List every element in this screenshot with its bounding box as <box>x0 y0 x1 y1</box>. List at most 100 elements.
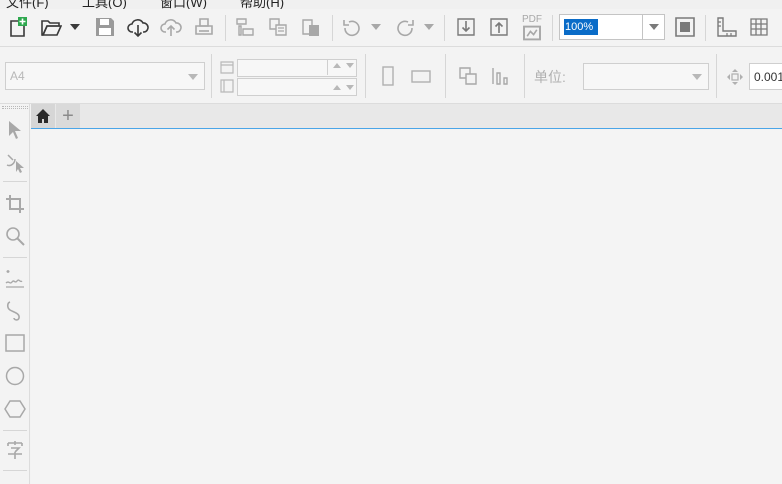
redo-dropdown[interactable] <box>423 13 435 41</box>
drawing-workspace[interactable] <box>31 130 782 484</box>
pdf-label: PDF <box>522 14 542 25</box>
unit-label: 单位: <box>534 69 566 85</box>
full-screen-icon <box>675 17 695 37</box>
page-height-icon <box>220 79 234 93</box>
save-button[interactable] <box>91 13 119 41</box>
toolbox-grip[interactable] <box>2 106 28 109</box>
crop-icon <box>6 195 24 213</box>
page-size-select[interactable]: A4 <box>5 62 205 90</box>
ruler-icon <box>717 17 737 37</box>
nudge-distance-icon <box>727 69 743 85</box>
freehand-curve-icon <box>5 270 24 288</box>
import-button[interactable] <box>452 13 480 41</box>
pen-curve-icon <box>6 301 20 321</box>
cloud-download-icon <box>127 19 149 38</box>
new-tab-button[interactable]: + <box>56 104 80 128</box>
ellipse-tool-button[interactable] <box>2 362 28 390</box>
show-rulers-button[interactable] <box>712 13 740 41</box>
hexagon-icon <box>4 400 26 418</box>
pick-tool-button[interactable] <box>2 116 28 144</box>
zoom-level-value[interactable]: 100% <box>564 19 598 35</box>
nudge-distance-field[interactable]: 0.001 <box>749 63 782 90</box>
node-edit-icon <box>6 154 24 173</box>
nudge-distance-value: 0.001 <box>754 70 782 84</box>
open-button[interactable] <box>37 13 65 41</box>
cut-button[interactable] <box>231 13 259 41</box>
current-page-button[interactable] <box>487 62 515 90</box>
page-height-spin-down[interactable] <box>340 81 360 93</box>
toolbox <box>0 104 30 484</box>
open-folder-icon <box>41 20 62 36</box>
zoom-dropdown-button[interactable] <box>642 15 664 39</box>
open-recent-dropdown[interactable] <box>69 13 81 41</box>
print-button[interactable] <box>190 13 218 41</box>
welcome-tab[interactable] <box>31 104 55 128</box>
chevron-down-icon <box>70 24 80 30</box>
menu-help[interactable]: 帮助(H) <box>240 0 284 9</box>
full-screen-preview-button[interactable] <box>671 13 699 41</box>
undo-dropdown[interactable] <box>370 13 382 41</box>
cloud-download-button[interactable] <box>124 13 152 41</box>
toolbar-separator <box>524 54 525 98</box>
toolbar-separator <box>225 15 226 41</box>
pdf-icon <box>523 25 541 41</box>
document-tab-bar: + <box>31 104 782 129</box>
cloud-upload-button[interactable] <box>157 13 185 41</box>
align-bars-icon <box>492 68 508 85</box>
page-size-value: A4 <box>10 69 25 83</box>
cut-icon <box>236 18 254 36</box>
toolbar-separator <box>716 54 717 98</box>
new-document-icon <box>10 17 27 37</box>
artistic-media-tool-button[interactable] <box>2 296 28 324</box>
paste-icon <box>302 19 319 36</box>
menu-bar: 文件(F) 工具(O) 窗口(W) 帮助(H) <box>0 0 782 9</box>
menu-window[interactable]: 窗口(W) <box>160 0 207 9</box>
shape-tool-button[interactable] <box>2 148 28 176</box>
undo-button[interactable] <box>338 13 366 41</box>
toolbar-separator <box>365 54 366 98</box>
polygon-tool-button[interactable] <box>2 395 28 423</box>
toolbox-separator <box>3 257 27 258</box>
crop-tool-button[interactable] <box>2 190 28 218</box>
ellipse-icon <box>5 366 25 386</box>
zoom-tool-button[interactable] <box>2 222 28 250</box>
show-grid-button[interactable] <box>745 13 773 41</box>
chevron-down-icon <box>648 24 659 30</box>
magnifier-icon <box>6 227 25 246</box>
standard-toolbar: PDF 100% <box>0 9 782 47</box>
toolbar-separator <box>552 15 553 41</box>
export-icon <box>490 18 508 36</box>
page-width-spin-down[interactable] <box>340 59 360 71</box>
rectangle-tool-button[interactable] <box>2 329 28 357</box>
property-bar: A4 单位: 0.001 <box>0 48 782 104</box>
redo-icon <box>397 20 414 37</box>
toolbox-separator <box>3 430 27 431</box>
copy-button[interactable] <box>264 13 292 41</box>
zoom-level-combobox[interactable]: 100% <box>559 14 665 40</box>
text-character-icon <box>7 441 23 459</box>
menu-tools[interactable]: 工具(O) <box>82 0 127 9</box>
paste-button[interactable] <box>297 13 325 41</box>
import-icon <box>457 18 475 36</box>
unit-select[interactable] <box>583 63 709 90</box>
chevron-down-icon <box>188 74 198 80</box>
toolbox-separator <box>3 470 27 471</box>
page-width-icon <box>220 61 234 74</box>
text-tool-button[interactable] <box>2 436 28 464</box>
freehand-tool-button[interactable] <box>2 264 28 292</box>
all-pages-button[interactable] <box>454 62 482 90</box>
cloud-upload-icon <box>160 19 182 36</box>
portrait-orientation-button[interactable] <box>374 62 402 90</box>
chevron-down-icon <box>346 84 354 90</box>
chevron-down-icon <box>346 62 354 68</box>
redo-button[interactable] <box>391 13 419 41</box>
menu-file[interactable]: 文件(F) <box>6 0 49 9</box>
toolbar-separator <box>444 15 445 41</box>
landscape-orientation-button[interactable] <box>407 62 435 90</box>
toolbar-separator <box>332 15 333 41</box>
publish-pdf-button[interactable]: PDF <box>518 13 546 41</box>
rectangle-icon <box>5 334 25 352</box>
new-document-button[interactable] <box>4 13 32 41</box>
landscape-icon <box>411 70 431 83</box>
export-button[interactable] <box>485 13 513 41</box>
